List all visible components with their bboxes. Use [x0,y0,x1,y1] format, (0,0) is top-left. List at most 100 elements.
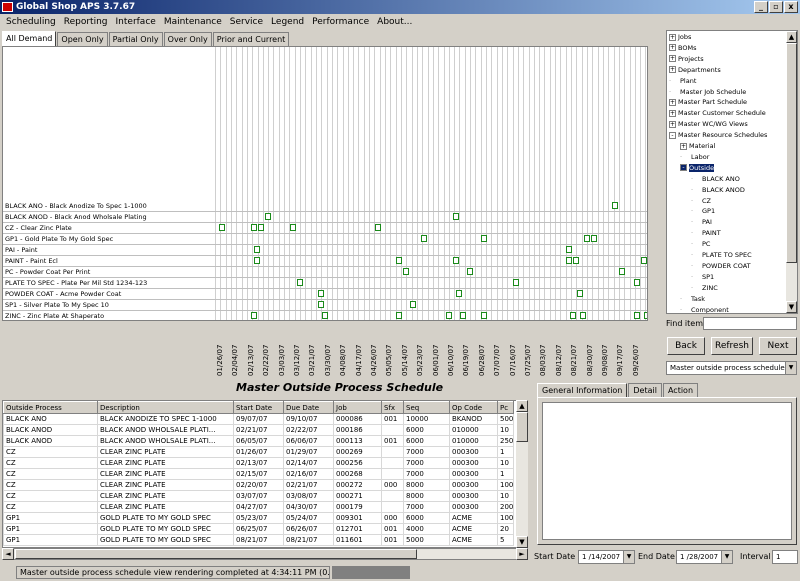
scroll-up-icon[interactable]: ▲ [516,400,528,412]
table-row[interactable]: CZ CLEAR ZINC PLATE 02/20/07 02/21/07 000272… [3,479,514,491]
scroll-left-icon[interactable]: ◄ [2,548,14,560]
menu-maintenance[interactable]: Maintenance [160,14,226,30]
tree-node[interactable]: + Material [680,141,715,151]
tree-node[interactable]: · GP1 [691,206,715,216]
tree-node[interactable]: - Outside [680,163,715,173]
gantt-bar[interactable] [289,224,296,231]
table-row[interactable]: CZ CLEAR ZINC PLATE 02/15/07 02/16/07 000268… [3,468,514,480]
expand-icon[interactable]: + [669,66,676,74]
column-header[interactable]: Due Date [283,401,334,414]
expand-icon[interactable]: + [669,98,676,106]
scroll-right-icon[interactable]: ► [516,548,528,560]
column-header[interactable]: Op Code [449,401,498,414]
gantt-bar[interactable] [420,235,427,242]
table-row[interactable]: CZ CLEAR ZINC PLATE 03/07/07 03/08/07 000271… [3,490,514,502]
collapse-icon[interactable]: - [669,131,676,139]
expand-icon[interactable]: + [669,120,676,128]
gantt-bar[interactable] [583,235,590,242]
gantt-bar[interactable] [467,268,473,275]
schedule-grid[interactable]: Outside Process Description Start Date Due … [2,400,528,548]
gantt-bar[interactable] [566,246,573,253]
gantt-bar[interactable] [254,257,261,264]
navigation-tree[interactable]: ▲ ▼ + Jobs + BOMs + Projects + Departments · Plan… [666,30,798,314]
tab-prior-and-current[interactable]: Prior and Current [212,32,290,46]
refresh-button[interactable]: Refresh [711,337,753,355]
tree-node[interactable]: + Departments [669,65,721,75]
tree-node[interactable]: · PAINT [691,228,721,238]
end-date-picker[interactable]: 1 /28/2007 ▼ [676,550,733,564]
tree-scrollbar[interactable]: ▲ ▼ [786,31,797,313]
scroll-down-icon[interactable]: ▼ [516,536,528,548]
menu-reporting[interactable]: Reporting [60,14,112,30]
gantt-bar[interactable] [459,312,466,319]
table-row[interactable]: CZ CLEAR ZINC PLATE 04/27/07 04/30/07 000179… [3,501,514,513]
gantt-bar[interactable] [396,312,403,319]
tab-partial-only[interactable]: Partial Only [108,32,163,46]
grid-horizontal-scrollbar[interactable]: ◄ ► [2,548,528,560]
gantt-bar[interactable] [321,312,328,319]
scroll-thumb[interactable] [516,412,528,442]
maximize-button[interactable]: ▫ [769,1,783,13]
detail-content[interactable] [542,402,792,540]
tab-over-only[interactable]: Over Only [163,32,212,46]
gantt-bar[interactable] [591,235,597,242]
gantt-bar[interactable] [318,290,325,297]
tab-general-information[interactable]: General Information [537,383,628,397]
gantt-bar[interactable] [250,224,257,231]
gantt-bar[interactable] [456,290,463,297]
gantt-bar[interactable] [644,312,647,319]
menu-about[interactable]: About... [373,14,416,30]
gantt-bar[interactable] [410,301,417,308]
tree-node[interactable]: · PLATE TO SPEC [691,250,752,260]
tree-node[interactable]: + Master WC/WG Views [669,119,748,129]
view-select[interactable]: Master outside process schedule ▼ [666,361,797,375]
gantt-bar[interactable] [452,257,459,264]
column-header[interactable]: Description [97,401,234,414]
minimize-button[interactable]: _ [754,1,768,13]
gantt-bar[interactable] [481,312,488,319]
tree-node[interactable]: · CZ [691,196,711,206]
gantt-chart[interactable]: BLACK ANO - Black Anodize To Spec 1-1000… [2,46,648,321]
tree-node[interactable]: · POWDER COAT [691,261,751,271]
start-date-picker[interactable]: 1 /14/2007 ▼ [578,550,635,564]
gantt-bar[interactable] [403,268,410,275]
table-row[interactable]: CZ CLEAR ZINC PLATE 02/13/07 02/14/07 000256… [3,457,514,469]
menu-service[interactable]: Service [226,14,267,30]
tree-node[interactable]: · PC [691,239,710,249]
gantt-bar[interactable] [257,224,264,231]
gantt-bar[interactable] [633,312,640,319]
tree-node[interactable]: + Master Part Schedule [669,97,747,107]
gantt-bar[interactable] [219,224,225,231]
next-button[interactable]: Next [759,337,797,355]
interval-input[interactable]: 1 [772,550,798,564]
find-item-input[interactable] [703,317,797,330]
column-header[interactable]: Outside Process [3,401,98,414]
gantt-bar[interactable] [318,301,325,308]
gantt-bar[interactable] [265,213,272,220]
menu-legend[interactable]: Legend [267,14,308,30]
chevron-down-icon[interactable]: ▼ [785,362,796,374]
gantt-bar[interactable] [254,246,261,253]
expand-icon[interactable]: + [669,109,676,117]
column-header[interactable]: Sfx [381,401,404,414]
column-header[interactable]: Start Date [233,401,284,414]
menu-interface[interactable]: Interface [112,14,160,30]
tree-node[interactable]: + Projects [669,54,704,64]
tree-node[interactable]: · Plant [669,76,696,86]
tree-node[interactable]: + Master Customer Schedule [669,108,766,118]
collapse-icon[interactable]: - [680,164,687,172]
gantt-bar[interactable] [250,312,257,319]
grid-vertical-scrollbar[interactable]: ▲ ▼ [516,400,528,548]
tree-scroll-thumb[interactable] [786,43,797,263]
gantt-bar[interactable] [576,290,583,297]
back-button[interactable]: Back [667,337,705,355]
gantt-bar[interactable] [374,224,381,231]
tab-open-only[interactable]: Open Only [57,32,108,46]
tree-node[interactable]: + BOMs [669,43,696,53]
tree-node[interactable]: · Task [680,294,705,304]
gantt-bar[interactable] [612,202,619,209]
expand-icon[interactable]: + [669,55,676,63]
tree-node[interactable]: · PAI [691,217,712,227]
tree-node[interactable]: · ZINC [691,283,718,293]
gantt-bar[interactable] [396,257,403,264]
